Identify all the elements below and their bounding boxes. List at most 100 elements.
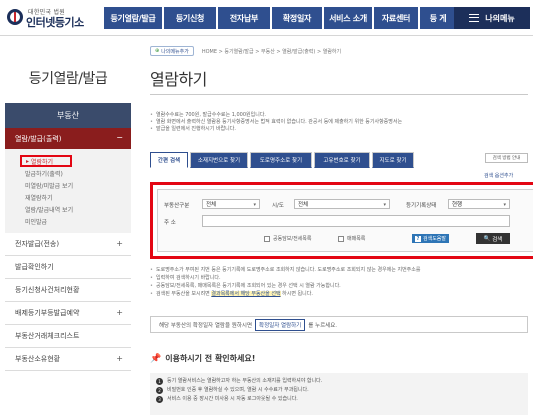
sidebar-subitem-history[interactable]: 열람/발급내역 보기	[5, 203, 131, 215]
checklist-item-text: 등기 열람서비스는 열람하고자 하는 부동산의 소재지를 입력하셔야 합니다.	[167, 378, 323, 384]
number-badge: 2	[156, 387, 163, 394]
sidebar-group-view-issue[interactable]: 열람/발급(출력) −	[5, 128, 131, 149]
search-option-link[interactable]: 검색 옵션추가	[484, 172, 513, 179]
status-label: 등기기록상태	[406, 203, 437, 209]
fixed-date-view-button[interactable]: 확정일자 열람하기	[255, 318, 306, 331]
region-value: 전체	[298, 202, 309, 208]
search-icon: 🔍	[483, 235, 493, 242]
shared-collateral-checkbox[interactable]: 공동담보/전세목록	[264, 235, 312, 242]
fixed-date-notice: 해당 부동산의 확정일자 열람을 원하시면 확정일자 열람하기 를 누르세요.	[150, 316, 528, 333]
expand-icon: +	[116, 239, 123, 248]
checklist-item-text: 서비스 이용 중 장시간 미사용 시 자동 로그아웃될 수 있습니다.	[167, 396, 298, 402]
sidebar-item-status[interactable]: 등기신청사건처리현황	[5, 279, 131, 302]
pin-icon: 📌	[150, 353, 162, 364]
sidebar-subitem-unviewed[interactable]: 미열람/미발급 보기	[5, 179, 131, 191]
checklist-item-text: 비밀번호 인증 후 열람하실 수 있으며, 열람 시 수수료가 부과됩니다.	[167, 387, 309, 393]
add-my-menu-label: 나의메뉴추가	[161, 48, 189, 55]
tab-unique-number[interactable]: 고유번호로 찾기	[314, 152, 370, 168]
sidebar-item-label: 전자발급(전송)	[15, 240, 60, 248]
info-select-link[interactable]: 결과목록에서 해당 부동산을 선택	[211, 291, 281, 297]
sidebar-subitem-view[interactable]: ▸ 열람하기	[20, 155, 72, 167]
breadcrumb-path: HOME > 등기열람/발급 > 부동산 > 열람/발급(출력) > 열람하기	[201, 48, 342, 55]
realty-type-label: 부동산구분	[164, 203, 190, 209]
gnb-item-apply[interactable]: 등기신청	[164, 7, 216, 29]
checklist-title-text: 이용하시기 전 확인하세요!	[165, 354, 256, 363]
info-collateral: 공동담보/전세목록, 매매목록은 등기기록에 조회되어 있는 경우 선택 시 열…	[150, 282, 528, 290]
number-badge: 3	[156, 396, 163, 403]
my-menu-button[interactable]: 나의메뉴	[454, 7, 530, 29]
search-helper-button[interactable]: ? 검색도움말	[412, 234, 450, 243]
shared-collateral-label: 공동담보/전세목록	[273, 236, 312, 242]
checklist-item: 2 비밀번호 인증 후 열람하실 수 있으며, 열람 시 수수료가 부과됩니다.	[156, 386, 522, 395]
sidebar-item-e-issue[interactable]: 전자발급(전송) +	[5, 233, 131, 256]
sidebar-group-label: 열람/발급(출력)	[15, 134, 62, 143]
info-select: 검색된 부동산을 보시려면 결과목록에서 해당 부동산을 선택 하시면 됩니다.	[150, 290, 528, 298]
sidebar-item-label: 등기신청사건처리현황	[15, 286, 80, 294]
question-icon: ?	[415, 235, 421, 242]
site-logo[interactable]: 대한민국 법원 인터넷등기소	[6, 6, 96, 30]
chevron-down-icon: ▾	[383, 202, 386, 208]
gnb-item-board[interactable]: 등 게	[420, 7, 456, 29]
info-road-address: 도로명주소가 부여된 지번 등은 등기기록에 도로명주소로 조회하지 않습니다.…	[150, 266, 528, 274]
sidebar: 부동산 열람/발급(출력) − ▸ 열람하기 발급하기(출력) 미열람/미발급 …	[5, 103, 131, 371]
sidebar-item-label: 발급확인하기	[15, 263, 54, 271]
fee-notes: 열람수수료는 700원, 발급수수료는 1,000원입니다. 열람 화면에서 출…	[150, 112, 528, 133]
sidebar-section-header: 부동산	[5, 103, 131, 128]
sidebar-item-reservation[interactable]: 배제등기부등발급예약 +	[5, 302, 131, 325]
sales-list-label: 매매목록	[347, 236, 366, 242]
sidebar-subitem-view-label: 열람하기	[30, 158, 54, 166]
tab-road-address[interactable]: 도로명주소로 찾기	[250, 152, 312, 168]
search-help-button[interactable]: 검색 방법 안내	[485, 153, 528, 163]
region-label: 시/도	[272, 203, 284, 209]
sidebar-item-label: 부동산거래체크리스트	[15, 332, 80, 340]
search-tabs: 간편 검색 소재지번으로 찾기 도로명주소로 찾기 고유번호로 찾기 지도로 찾…	[150, 152, 528, 169]
number-badge: 1	[156, 378, 163, 385]
search-button[interactable]: 🔍 검색	[476, 233, 510, 244]
court-emblem-icon	[7, 9, 23, 25]
tab-simple-search[interactable]: 간편 검색	[150, 152, 188, 168]
tab-map[interactable]: 지도로 찾기	[372, 152, 414, 168]
status-value: 현행	[452, 202, 463, 208]
expand-icon: +	[116, 308, 123, 317]
checklist-item: 3 서비스 이용 중 장시간 미사용 시 자동 로그아웃될 수 있습니다.	[156, 395, 522, 404]
region-select[interactable]: 전체 ▾	[294, 199, 390, 209]
sidebar-title: 등기열람/발급	[28, 71, 108, 87]
search-button-label: 검색	[492, 236, 503, 243]
sidebar-subitem-unissued[interactable]: 미인발급	[5, 215, 131, 227]
search-helper-label: 검색도움말	[423, 236, 447, 242]
sales-list-checkbox[interactable]: 매매목록	[338, 235, 365, 242]
address-input[interactable]	[202, 215, 510, 227]
search-form-highlight: 부동산구분 전체 ▾ 시/도 전체 ▾ 등기기록상태 현행 ▾ 주 소 공동담보…	[150, 182, 533, 259]
gnb-item-data-center[interactable]: 자료센터	[374, 7, 418, 29]
my-menu-label: 나의메뉴	[485, 13, 515, 23]
sidebar-item-label: 부동산소유현황	[15, 355, 61, 363]
sidebar-item-ownership[interactable]: 부동산소유현황 +	[5, 348, 131, 371]
add-my-menu-button[interactable]: ⊕ 나의메뉴추가	[150, 46, 194, 56]
realty-type-select[interactable]: 전체 ▾	[202, 199, 260, 209]
status-select[interactable]: 현행 ▾	[448, 199, 510, 209]
hamburger-icon	[469, 14, 480, 22]
note-issue: 발급을 일련에서 진행하시기 바랍니다.	[150, 126, 528, 133]
address-label: 주 소	[164, 220, 176, 226]
gnb-item-epay[interactable]: 전자납부	[218, 7, 270, 29]
tab-lot-address[interactable]: 소재지번으로 찾기	[190, 152, 248, 168]
sidebar-subitem-issue[interactable]: 발급하기(출력)	[5, 167, 131, 179]
sidebar-item-checklist[interactable]: 부동산거래체크리스트	[5, 325, 131, 348]
info-road-address-cont-text: 입력하여 검색하시기 바랍니다.	[156, 275, 221, 281]
checklist-title: 📌 이용하시기 전 확인하세요!	[150, 353, 255, 364]
sidebar-subitem-review[interactable]: 재열람하기	[5, 191, 131, 203]
info-select-post: 하시면 됩니다.	[282, 291, 313, 297]
note-fee: 열람수수료는 700원, 발급수수료는 1,000원입니다.	[150, 112, 528, 119]
sidebar-submenu: ▸ 열람하기 발급하기(출력) 미열람/미발급 보기 재열람하기 열람/발급내역…	[5, 149, 131, 233]
logo-title: 인터넷등기소	[26, 16, 84, 29]
fixed-date-post: 를 누르세요.	[308, 322, 338, 329]
gnb-item-fixed-date[interactable]: 확정일자	[272, 7, 322, 29]
gnb-item-view-issue[interactable]: 등기열람/발급	[104, 7, 162, 29]
search-form: 부동산구분 전체 ▾ 시/도 전체 ▾ 등기기록상태 현행 ▾ 주 소 공동담보…	[157, 189, 533, 252]
chevron-down-icon: ▾	[253, 202, 256, 208]
note-legal: 열람 화면에서 출력하신 열람용 등기사항증명서는 법적 효력이 없습니다. 관…	[150, 119, 528, 126]
gnb-item-service-intro[interactable]: 서비스 소개	[324, 7, 372, 29]
sidebar-item-verify[interactable]: 발급확인하기	[5, 256, 131, 279]
checkbox-box	[264, 235, 270, 242]
plus-circle-icon: ⊕	[155, 48, 160, 54]
